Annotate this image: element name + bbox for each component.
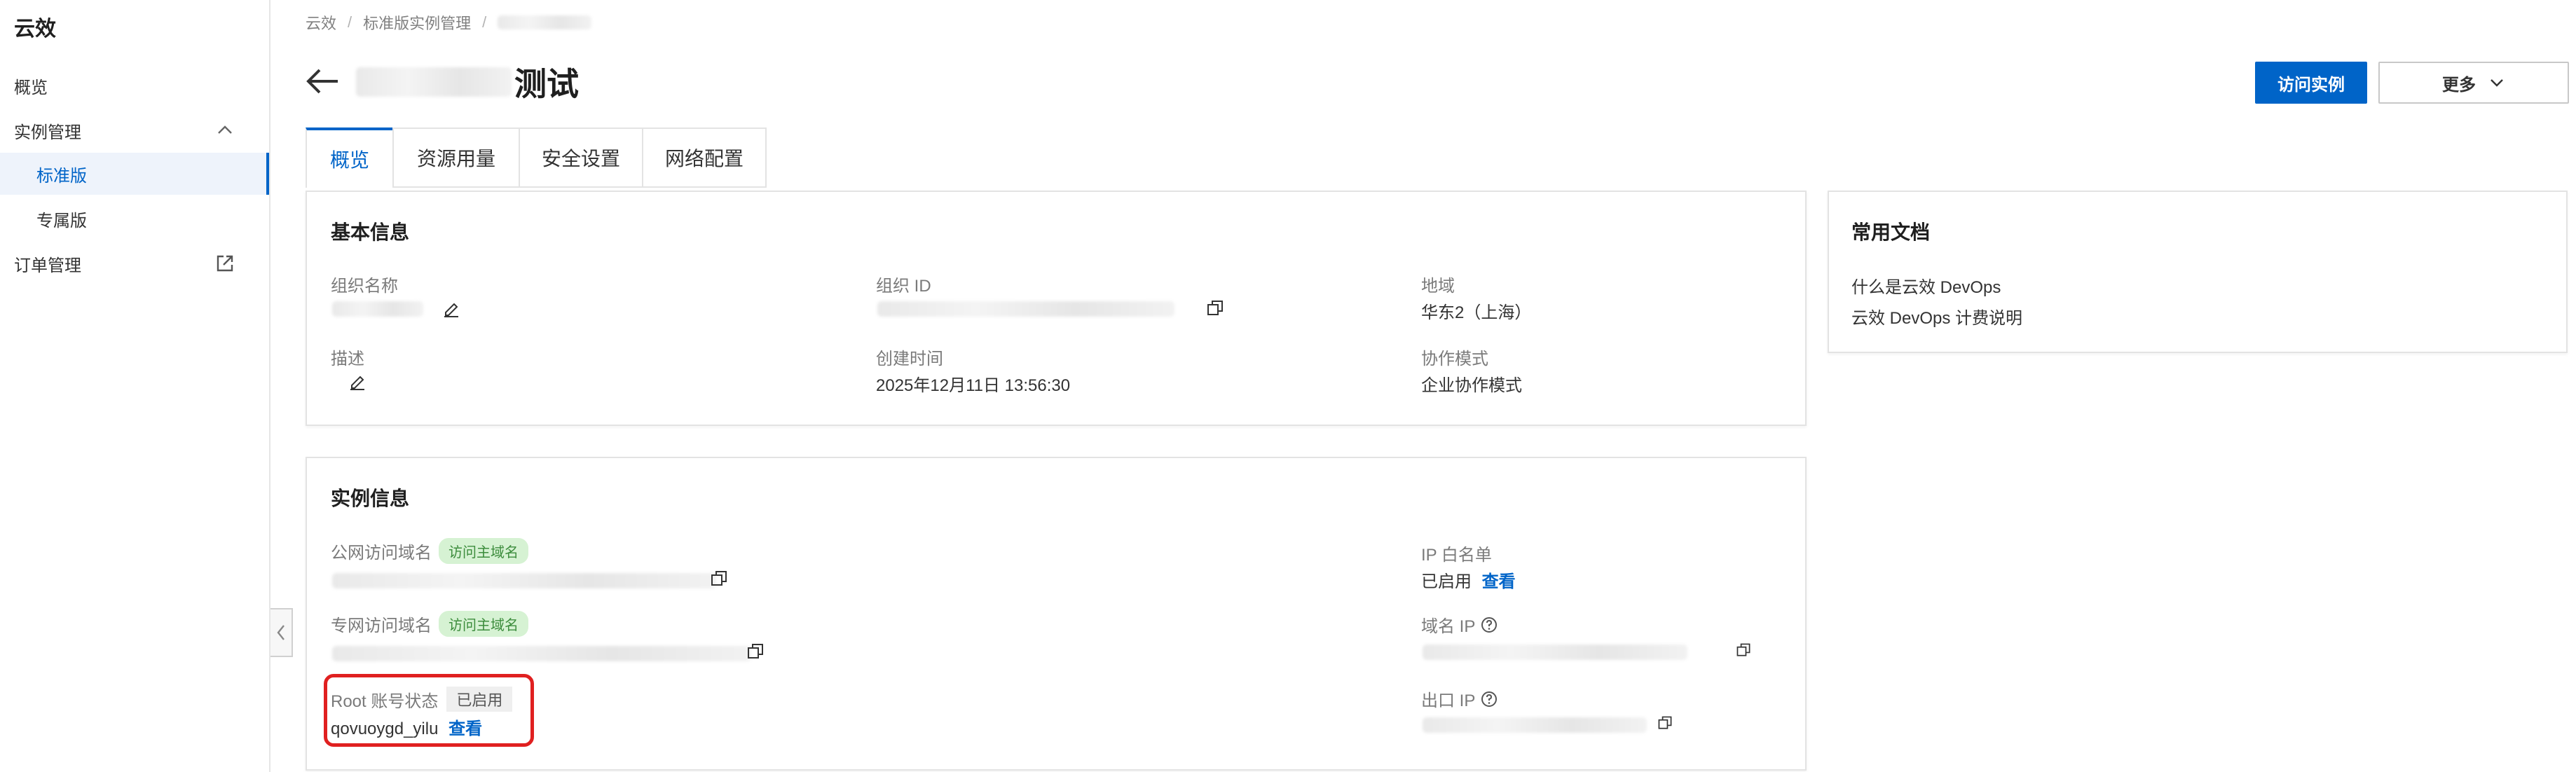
chevron-down-icon: [2491, 79, 2503, 87]
basic-info-card: 基本信息 组织名称 组织 ID 地域 华东2（上海） 描述 创建时间 2025年…: [306, 191, 1807, 426]
org-id-label: 组织 ID: [876, 277, 931, 296]
collab-mode-label: 协作模式: [1421, 350, 1488, 368]
domain-ip-label: 域名 IP: [1421, 617, 1476, 636]
chevron-up-icon: [218, 125, 232, 134]
breadcrumb-item-yunxiao[interactable]: 云效: [306, 11, 336, 34]
edit-icon[interactable]: [441, 298, 461, 318]
copy-icon[interactable]: [709, 569, 729, 588]
created-time-value: 2025年12月11日 13:56:30: [876, 376, 1071, 395]
ip-whitelist-label: IP 白名单: [1421, 546, 1492, 565]
visit-instance-button[interactable]: 访问实例: [2255, 62, 2367, 104]
tab-network-config[interactable]: 网络配置: [642, 127, 767, 188]
copy-icon[interactable]: [746, 642, 765, 661]
sidebar-item-label: 标准版: [36, 166, 87, 186]
sidebar-item-standard[interactable]: 标准版: [0, 153, 269, 195]
docs-card: 常用文档 什么是云效 DevOps 云效 DevOps 计费说明: [1828, 191, 2568, 353]
breadcrumb-item-standard-instances[interactable]: 标准版实例管理: [363, 11, 471, 34]
tab-security-settings[interactable]: 安全设置: [519, 127, 642, 188]
breadcrumb-current-redacted: [498, 15, 592, 29]
annotation-highlight-box: [324, 674, 534, 747]
sidebar-item-label: 实例管理: [14, 123, 81, 142]
ip-whitelist-view-link[interactable]: 查看: [1482, 572, 1516, 591]
tab-resource-usage[interactable]: 资源用量: [392, 127, 519, 188]
ip-whitelist-status: 已启用: [1421, 572, 1472, 591]
sidebar-item-overview[interactable]: 概览: [0, 64, 269, 106]
docs-title: 常用文档: [1851, 221, 1931, 243]
more-button-label: 更多: [2442, 75, 2476, 95]
egress-ip-label-row: 出口 IP: [1421, 687, 1498, 711]
region-label: 地域: [1421, 277, 1455, 296]
edit-icon[interactable]: [348, 371, 367, 391]
sidebar-item-orders[interactable]: 订单管理: [0, 242, 269, 284]
sidebar-item-label: 概览: [14, 78, 48, 97]
breadcrumb: 云效 / 标准版实例管理 /: [306, 11, 592, 34]
chevron-left-icon: [277, 625, 285, 640]
page-title-suffix: 测试: [514, 66, 579, 102]
doc-link-what-is-devops[interactable]: 什么是云效 DevOps: [1851, 273, 2001, 298]
collab-mode-value: 企业协作模式: [1421, 376, 1522, 395]
tab-overview[interactable]: 概览: [306, 127, 392, 188]
more-dropdown-button[interactable]: 更多: [2378, 62, 2569, 104]
help-icon[interactable]: [1481, 691, 1498, 708]
description-label: 描述: [331, 350, 364, 368]
instance-info-title: 实例信息: [331, 488, 410, 509]
back-arrow-icon[interactable]: [304, 66, 341, 97]
private-domain-value-redacted: [332, 646, 751, 661]
sidebar-brand: 云效: [14, 18, 56, 41]
egress-ip-label: 出口 IP: [1421, 691, 1476, 710]
sidebar-collapse-button[interactable]: [270, 608, 293, 657]
domain-ip-label-row: 域名 IP: [1421, 612, 1498, 637]
domain-ip-value-redacted: [1423, 645, 1687, 660]
private-domain-label-row: 专网访问域名 访问主域名: [331, 611, 528, 637]
sidebar-item-label: 订单管理: [14, 256, 81, 275]
egress-ip-value-redacted: [1423, 717, 1647, 733]
created-time-label: 创建时间: [876, 350, 943, 368]
public-domain-label: 公网访问域名: [331, 544, 432, 563]
copy-icon[interactable]: [1657, 715, 1673, 731]
basic-info-title: 基本信息: [331, 221, 410, 243]
public-domain-value-redacted: [332, 573, 716, 588]
region-value: 华东2（上海）: [1421, 303, 1532, 322]
page-title: 测试: [356, 59, 579, 105]
private-domain-label: 专网访问域名: [331, 616, 432, 635]
sidebar-item-instance-management[interactable]: 实例管理: [0, 109, 269, 151]
help-icon[interactable]: [1481, 616, 1498, 633]
org-name-label: 组织名称: [331, 277, 398, 296]
primary-domain-tag: 访问主域名: [439, 538, 528, 564]
sidebar-item-label: 专属版: [36, 211, 87, 230]
copy-icon[interactable]: [1735, 642, 1752, 659]
breadcrumb-separator: /: [482, 13, 487, 31]
org-id-value-redacted: [877, 301, 1174, 317]
sidebar-item-dedicated[interactable]: 专属版: [0, 198, 269, 240]
sidebar: 云效 概览 实例管理 标准版 专属版 订单管理: [0, 0, 270, 772]
tab-bar: 概览 资源用量 安全设置 网络配置: [306, 127, 767, 188]
primary-domain-tag: 访问主域名: [439, 611, 528, 637]
copy-icon[interactable]: [1205, 298, 1225, 318]
breadcrumb-separator: /: [348, 13, 352, 31]
org-name-value-redacted: [332, 301, 423, 317]
ip-whitelist-row: 已启用 查看: [1421, 567, 1516, 592]
public-domain-label-row: 公网访问域名 访问主域名: [331, 538, 528, 564]
doc-link-billing[interactable]: 云效 DevOps 计费说明: [1851, 304, 2022, 329]
title-redacted: [356, 67, 512, 97]
external-link-icon: [217, 255, 233, 272]
